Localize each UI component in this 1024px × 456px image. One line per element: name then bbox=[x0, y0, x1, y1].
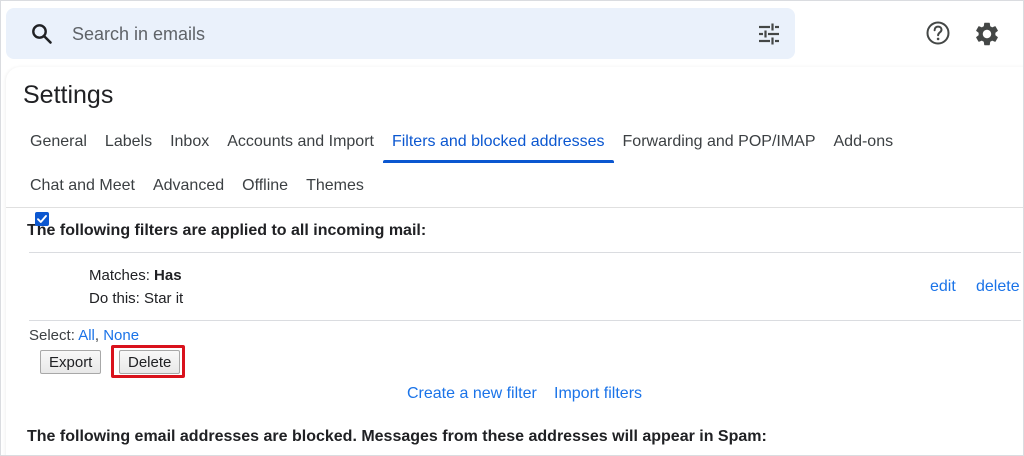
blocked-heading: The following email addresses are blocke… bbox=[27, 428, 767, 445]
filters-top-divider bbox=[29, 252, 1021, 253]
filter-matches-label: Matches: bbox=[89, 267, 155, 284]
search-icon[interactable] bbox=[30, 22, 54, 46]
select-all-link[interactable]: All bbox=[78, 327, 95, 344]
tab-offline[interactable]: Offline bbox=[233, 167, 297, 207]
tab-general[interactable]: General bbox=[21, 123, 96, 163]
tab-themes[interactable]: Themes bbox=[297, 167, 373, 207]
filter-matches: Matches: Has bbox=[89, 267, 182, 284]
search-input[interactable] bbox=[72, 20, 672, 48]
tab-advanced[interactable]: Advanced bbox=[144, 167, 233, 207]
filter-matches-value: Has bbox=[154, 267, 182, 284]
tab-chat-and-meet[interactable]: Chat and Meet bbox=[21, 167, 144, 207]
filter-delete-link[interactable]: delete bbox=[976, 278, 1020, 296]
tabs-divider bbox=[6, 207, 1023, 208]
create-filter-link[interactable]: Create a new filter bbox=[407, 385, 537, 403]
select-controls: Select: All, None bbox=[29, 327, 139, 344]
tab-labels[interactable]: Labels bbox=[96, 123, 161, 163]
filter-edit-link[interactable]: edit bbox=[930, 278, 956, 296]
select-separator: , bbox=[94, 327, 104, 344]
settings-tabs-row-1: General Labels Inbox Accounts and Import… bbox=[21, 123, 902, 163]
filter-action: Do this: Star it bbox=[89, 290, 184, 307]
select-label: Select: bbox=[29, 327, 79, 344]
search-bar bbox=[6, 8, 795, 59]
gmail-window: Settings General Labels Inbox Accounts a… bbox=[0, 0, 1024, 456]
filters-heading: The following filters are applied to all… bbox=[27, 222, 427, 239]
tab-add-ons[interactable]: Add-ons bbox=[825, 123, 903, 163]
tab-inbox[interactable]: Inbox bbox=[161, 123, 218, 163]
gear-icon[interactable] bbox=[973, 20, 1001, 48]
search-options-icon[interactable] bbox=[756, 21, 782, 47]
checkmark-icon bbox=[37, 215, 47, 223]
delete-highlight-box bbox=[111, 345, 185, 378]
export-button[interactable]: Export bbox=[40, 350, 102, 374]
page-title: Settings bbox=[23, 81, 114, 109]
help-icon[interactable] bbox=[925, 20, 951, 46]
settings-tabs-row-2: Chat and Meet Advanced Offline Themes bbox=[21, 167, 373, 207]
tab-forwarding-and-pop-imap[interactable]: Forwarding and POP/IMAP bbox=[614, 123, 825, 163]
filters-bottom-divider bbox=[29, 320, 1021, 321]
import-filters-link[interactable]: Import filters bbox=[554, 385, 642, 403]
filter-checkbox[interactable] bbox=[35, 212, 49, 226]
tab-filters-and-blocked-addresses[interactable]: Filters and blocked addresses bbox=[382, 123, 614, 163]
tab-accounts-and-import[interactable]: Accounts and Import bbox=[218, 123, 383, 163]
select-none-link[interactable]: None bbox=[103, 327, 139, 344]
